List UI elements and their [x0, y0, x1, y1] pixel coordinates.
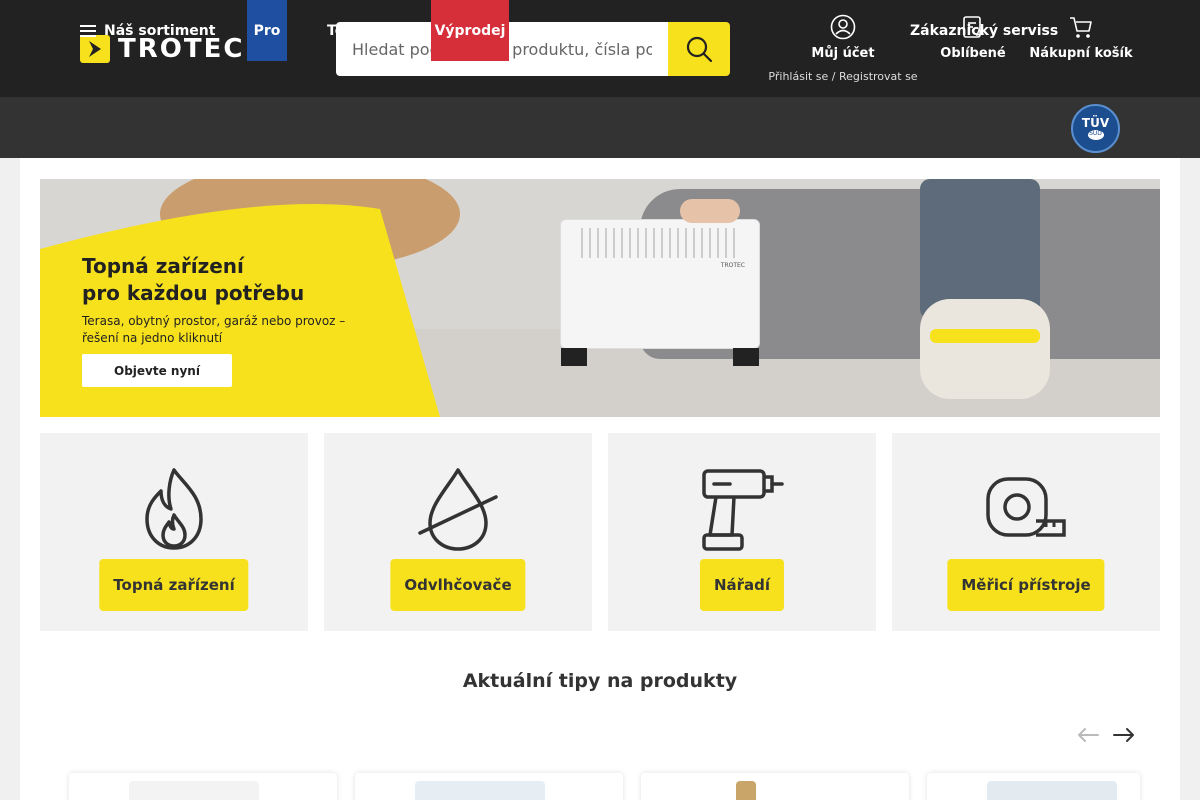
category-dehumidifiers-button[interactable]: Odvlhčovače	[390, 559, 526, 611]
flame-icon	[139, 467, 209, 555]
nav-sale[interactable]: Výprodej	[431, 0, 509, 61]
nav-assortment-label: Náš sortiment	[104, 22, 216, 39]
heater-foot-right	[733, 348, 759, 366]
arrow-right-icon	[1113, 728, 1134, 742]
hero-title-line2: pro každou potřebu	[82, 281, 305, 305]
product-card[interactable]	[355, 773, 623, 800]
login-register-link[interactable]: Přihlásit se / Registrovat se	[768, 70, 917, 83]
products-section-title: Aktuální tipy na produkty	[462, 670, 738, 692]
nav-topseller[interactable]: Topseller	[327, 0, 398, 61]
product-image	[987, 781, 1117, 800]
product-image	[129, 781, 259, 800]
carousel-next-button[interactable]	[1111, 722, 1137, 748]
account-link[interactable]: Můj účet Přihlásit se / Registrovat se	[768, 14, 918, 83]
category-tools-button[interactable]: Nářadí	[699, 559, 785, 611]
hamburger-icon	[80, 24, 96, 37]
arrow-left-icon	[1078, 728, 1099, 742]
hero-heater-image: TROTEC	[560, 219, 760, 366]
tape-measure-icon	[984, 467, 1068, 555]
heater-foot-left	[561, 348, 587, 366]
carousel-prev-button[interactable]	[1075, 722, 1101, 748]
account-label: Můj účet	[811, 46, 875, 61]
nav-assortment-menu[interactable]: Náš sortiment	[80, 0, 215, 61]
hero-title: Topná zařízení pro každou potřebu	[82, 253, 402, 307]
tuv-certification-badge[interactable]: TÜV SÜD	[1071, 104, 1120, 153]
hero-subtitle: Terasa, obytný prostor, garáž nebo provo…	[82, 314, 346, 345]
product-card[interactable]	[69, 773, 337, 800]
category-tile-dehumidifiers[interactable]: Odvlhčovače	[324, 433, 592, 631]
product-image	[415, 781, 545, 800]
product-image	[736, 781, 756, 800]
search-button[interactable]	[668, 22, 730, 76]
user-icon	[830, 14, 856, 40]
drop-crossed-icon	[416, 467, 500, 555]
category-tile-tools[interactable]: Nářadí	[608, 433, 876, 631]
hero-title-line1: Topná zařízení	[82, 254, 244, 278]
product-card[interactable]	[641, 773, 909, 800]
heater-grill	[581, 228, 741, 258]
tuv-badge-text: TÜV	[1081, 116, 1110, 130]
tuv-badge-sub: SÜD	[1087, 130, 1104, 140]
heater-brand-label: TROTEC	[720, 262, 745, 269]
hero-hand-image	[680, 199, 740, 223]
search-icon	[686, 36, 713, 63]
product-card[interactable]	[927, 773, 1140, 800]
category-heating-button[interactable]: Topná zařízení	[99, 559, 249, 611]
drill-icon	[700, 467, 784, 555]
nav-pro[interactable]: Pro	[247, 0, 287, 61]
nav-customer-service[interactable]: Zákaznický serviss	[910, 0, 1058, 61]
category-tile-measuring[interactable]: Měřicí přístroje	[892, 433, 1160, 631]
hero-cta-button[interactable]: Objevte nyní	[82, 354, 232, 387]
cart-icon	[1070, 17, 1092, 38]
main-nav	[0, 97, 1200, 158]
category-measuring-button[interactable]: Měřicí přístroje	[947, 559, 1105, 611]
category-tile-heating[interactable]: Topná zařízení	[40, 433, 308, 631]
